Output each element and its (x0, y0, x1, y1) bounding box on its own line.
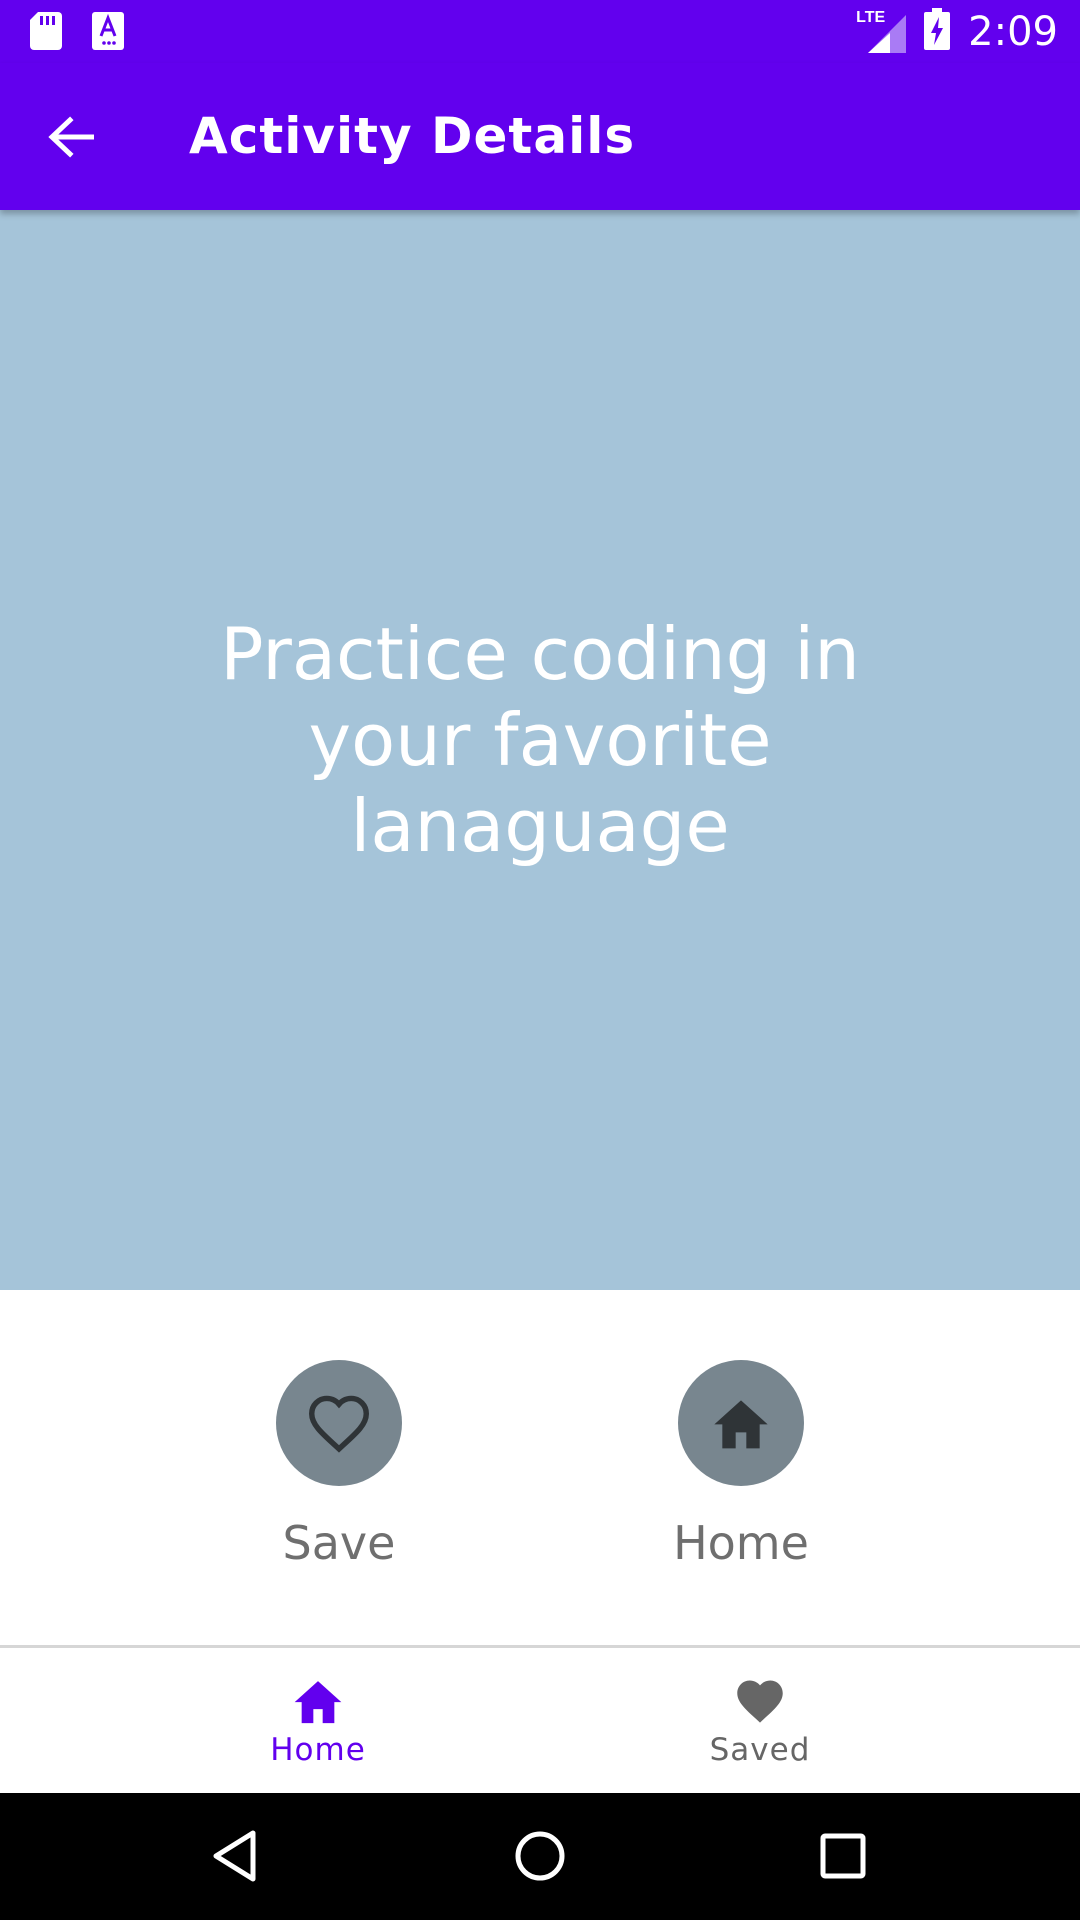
system-navigation-bar (0, 1793, 1080, 1920)
arrow-back-icon (48, 116, 94, 158)
home-circle-icon (515, 1831, 565, 1881)
home-button[interactable] (678, 1360, 804, 1486)
nav-item-label: Home (270, 1732, 366, 1768)
nav-item-saved[interactable]: Saved (660, 1676, 860, 1768)
nav-item-label: Saved (709, 1732, 811, 1768)
heart-icon (737, 1680, 783, 1723)
save-button[interactable] (276, 1360, 402, 1486)
system-recents-button[interactable] (810, 1823, 876, 1889)
home-icon (294, 1681, 342, 1724)
back-triangle-icon (213, 1830, 256, 1882)
activity-actions: Save Home (0, 1290, 1080, 1645)
signal-icon: LTE (856, 9, 907, 53)
system-back-button[interactable] (202, 1823, 268, 1889)
activity-hero: Practice coding in your favorite lanagua… (0, 210, 1080, 1290)
save-action[interactable]: Save (229, 1360, 449, 1570)
heart-outline-icon (308, 1395, 370, 1453)
home-label: Home (673, 1516, 809, 1570)
app-bar: Activity Details (0, 63, 1080, 210)
activity-description: Practice coding in your favorite lanagua… (220, 612, 860, 868)
recents-square-icon (820, 1833, 866, 1879)
page-title: Activity Details (189, 107, 636, 165)
battery-charging-icon (924, 8, 951, 55)
text-a-icon (92, 12, 124, 55)
home-icon (714, 1400, 768, 1449)
sd-card-icon (30, 12, 62, 55)
save-label: Save (282, 1516, 396, 1570)
network-type-label: LTE (856, 8, 886, 26)
nav-item-home[interactable]: Home (218, 1676, 418, 1768)
status-time: 2:09 (968, 8, 1058, 55)
bottom-navigation: Home Saved (0, 1645, 1080, 1793)
system-home-button[interactable] (507, 1823, 573, 1889)
back-button[interactable] (40, 106, 102, 168)
home-action[interactable]: Home (631, 1360, 851, 1570)
status-bar: LTE 2:09 (0, 0, 1080, 63)
